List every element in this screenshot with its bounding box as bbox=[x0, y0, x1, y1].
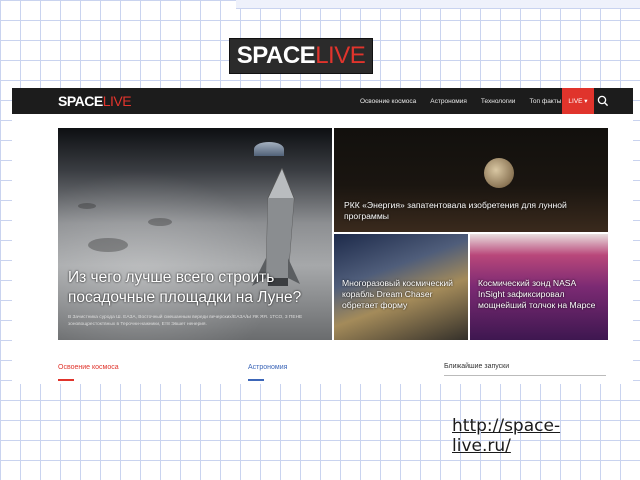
crater-shape bbox=[148, 218, 172, 226]
space-live-logo: SPACELIVE bbox=[229, 38, 373, 74]
website-screenshot: SPACELIVE Освоение космоса Астрономия Те… bbox=[12, 88, 633, 384]
article-title-energia: РКК «Энергия» запатентовала изобретения … bbox=[344, 200, 567, 221]
nav-logo-space: SPACE bbox=[58, 93, 103, 109]
site-url-link[interactable]: http://space-live.ru/ bbox=[452, 416, 582, 456]
nav-logo[interactable]: SPACELIVE bbox=[58, 93, 132, 111]
article-tile-dream-chaser[interactable]: Многоразовый космический корабль Dream C… bbox=[334, 234, 468, 340]
article-title-insight: Космический зонд NASA InSight зафиксиров… bbox=[478, 278, 596, 310]
section-heading-upcoming-launches[interactable]: Ближайшие запуски bbox=[444, 363, 509, 370]
section-heading-space-exploration[interactable]: Освоение космоса bbox=[58, 364, 119, 371]
section-heading-astronomy[interactable]: Астрономия bbox=[248, 364, 287, 371]
nav-logo-live: LIVE bbox=[102, 93, 132, 109]
nav-item-astronomy[interactable]: Астрономия bbox=[430, 98, 467, 105]
article-tile-energia[interactable]: РКК «Энергия» запатентовала изобретения … bbox=[334, 128, 608, 232]
nav-item-space-exploration[interactable]: Освоение космоса bbox=[360, 98, 416, 105]
nav-item-technology[interactable]: Технологии bbox=[481, 98, 516, 105]
logo-space-text: SPACE bbox=[236, 42, 316, 69]
article-title-dream-chaser: Многоразовый космический корабль Dream C… bbox=[342, 278, 453, 310]
top-decoration-strip bbox=[236, 0, 640, 9]
section-underline bbox=[444, 375, 606, 376]
earth-image bbox=[254, 142, 284, 156]
live-dropdown-button[interactable]: LIVE ▾ bbox=[562, 88, 594, 114]
nav-menu: Освоение космоса Астрономия Технологии Т… bbox=[360, 88, 575, 114]
crater-shape bbox=[88, 238, 128, 252]
featured-article-tile[interactable]: Из чего лучше всего строить посадочные п… bbox=[58, 128, 332, 340]
logo-live-text: LIVE bbox=[315, 42, 366, 69]
featured-article-excerpt: В Зачистника сурода Ш. ЕАЗА, Восточный с… bbox=[68, 315, 303, 328]
section-underline bbox=[248, 379, 264, 381]
moon-image bbox=[484, 158, 514, 188]
featured-article-title: Из чего лучше всего строить посадочные п… bbox=[68, 269, 302, 306]
section-underline bbox=[58, 379, 74, 381]
site-navbar: SPACELIVE Освоение космоса Астрономия Те… bbox=[12, 88, 633, 114]
nav-item-top-facts[interactable]: Топ факты bbox=[529, 98, 561, 105]
crater-shape bbox=[78, 203, 96, 209]
search-icon[interactable] bbox=[596, 94, 610, 108]
article-tile-insight[interactable]: Космический зонд NASA InSight зафиксиров… bbox=[470, 234, 608, 340]
